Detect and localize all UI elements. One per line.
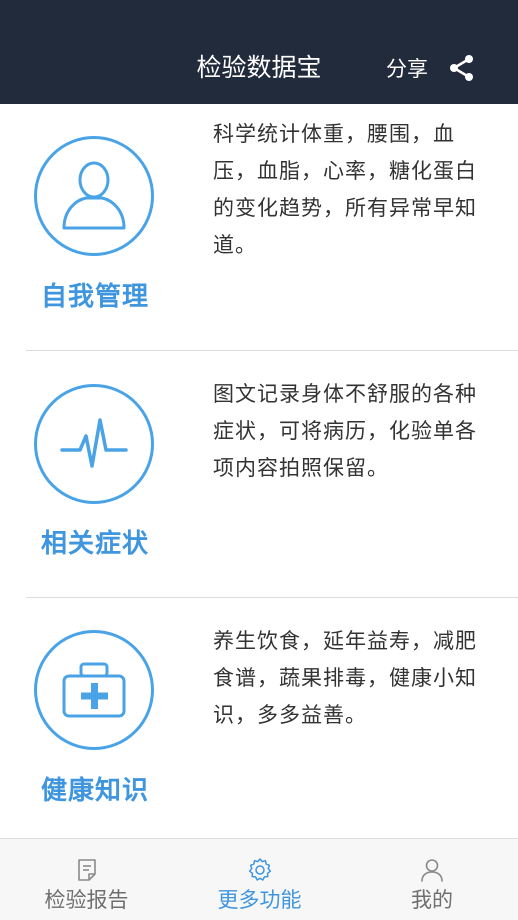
- feature-title: 健康知识: [40, 776, 149, 806]
- feature-icon-circle: [34, 630, 154, 750]
- feature-title: 相关症状: [40, 529, 149, 559]
- medical-kit-icon: [62, 662, 126, 718]
- share-button[interactable]: 分享: [386, 50, 476, 86]
- share-label: 分享: [386, 57, 428, 81]
- tab-more-features[interactable]: 更多功能: [173, 839, 346, 920]
- feature-description: 图文记录身体不舒服的各种症状，可将病历，化验单各项内容拍照保留。: [213, 382, 477, 480]
- tab-mine[interactable]: 我的: [346, 839, 518, 920]
- user-icon: [62, 161, 126, 230]
- tab-test-report[interactable]: 检验报告: [0, 839, 173, 920]
- bottom-tab-bar: 检验报告 更多功能 我的: [0, 839, 518, 920]
- tab-label: 检验报告: [44, 888, 129, 912]
- feature-description: 科学统计体重，腰围，血压，血脂，心率，糖化蛋白的变化趋势，所有异常早知道。: [213, 122, 477, 257]
- feature-icon-circle: [34, 384, 154, 504]
- feature-health-knowledge[interactable]: 健康知识 养生饮食，延年益寿，减肥食谱，蔬果排毒，健康小知识，多多益善。: [0, 598, 518, 838]
- tab-label: 更多功能: [217, 888, 302, 912]
- feature-self-management[interactable]: 自我管理 科学统计体重，腰围，血压，血脂，心率，糖化蛋白的变化趋势，所有异常早知…: [0, 104, 518, 350]
- feature-icon-circle: [34, 136, 154, 256]
- share-icon: [450, 55, 473, 81]
- heartbeat-icon: [60, 418, 128, 468]
- gear-icon: [248, 858, 271, 881]
- profile-icon: [421, 859, 443, 882]
- app-header: 检验数据宝 分享: [0, 0, 518, 104]
- tab-label: 我的: [411, 888, 453, 912]
- feature-title: 自我管理: [40, 282, 149, 312]
- feature-related-symptoms[interactable]: 相关症状 图文记录身体不舒服的各种症状，可将病历，化验单各项内容拍照保留。: [0, 351, 518, 597]
- feature-description: 养生饮食，延年益寿，减肥食谱，蔬果排毒，健康小知识，多多益善。: [213, 629, 477, 727]
- report-icon: [77, 859, 96, 881]
